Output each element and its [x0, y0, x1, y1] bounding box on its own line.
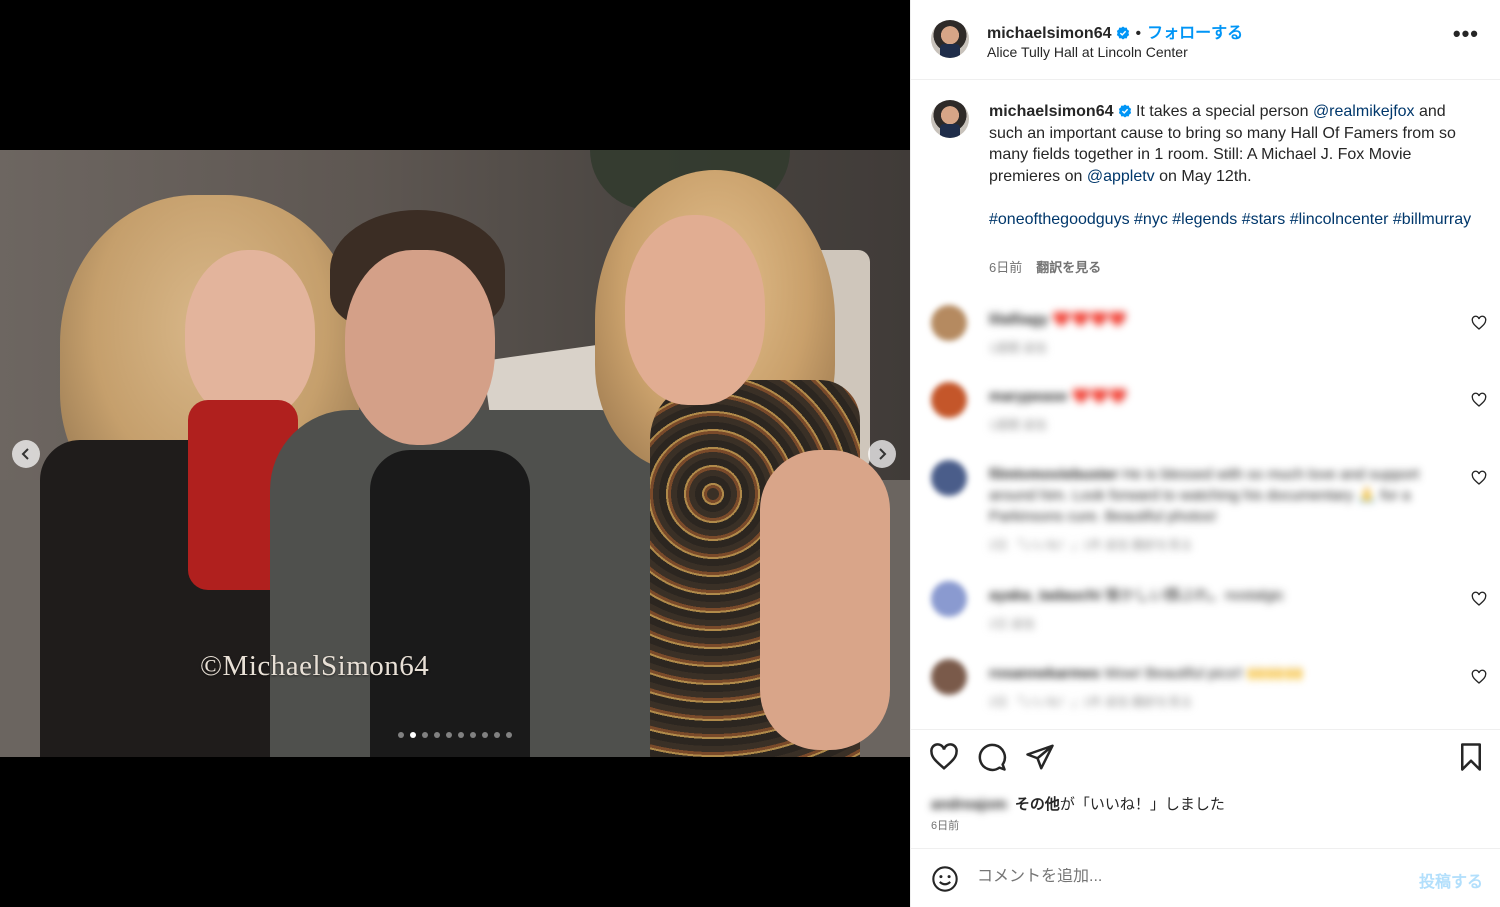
post-header: michaelsimon64 • フォローする Alice Tully Hall a…: [911, 0, 1500, 80]
header-user-line: michaelsimon64 • フォローする: [987, 19, 1243, 43]
carousel-dot: [458, 732, 464, 738]
comment-body: marypease ❤️❤️❤️ 1週間 返信: [989, 386, 1449, 436]
verified-badge-icon: [1116, 26, 1129, 40]
mention-link[interactable]: @realmikejfox: [1313, 103, 1415, 120]
translate-link[interactable]: 翻訳を見る: [1036, 260, 1101, 275]
actions-divider: [911, 729, 1500, 730]
hashtag-link[interactable]: #billmurray: [1393, 211, 1471, 228]
carousel-dot: [434, 732, 440, 738]
post-photo[interactable]: ©MichaelSimon64: [0, 150, 910, 757]
comment-body: lilalliagy ❤️❤️❤️❤️ 1週間 返信: [989, 309, 1449, 359]
comment-body: filmtvmoviebuster He is blessed with so …: [989, 464, 1449, 556]
post-timestamp: 6日前: [931, 820, 960, 832]
post-actions: [911, 742, 1500, 782]
comment-text: 懐かしい顔ぶれ。nostalgic: [1104, 587, 1285, 604]
carousel-dot: [410, 732, 416, 738]
post-media: ©MichaelSimon64: [0, 0, 910, 907]
commenter-username[interactable]: ayaka_tadauchi: [989, 587, 1101, 604]
comment-meta: 2日 「いいね！」1件 返信 翻訳を見る: [989, 538, 1193, 552]
carousel-indicator: [398, 732, 512, 738]
author-avatar[interactable]: [931, 20, 969, 58]
person-right-arm: [760, 450, 890, 750]
caption-meta: 6日前 翻訳を見る: [989, 257, 1101, 276]
carousel-prev-button[interactable]: [12, 440, 40, 468]
comment-body: rosannekarmes Wow! Beautiful pics!! 🙌🙌🙌 2…: [989, 663, 1449, 713]
heart-icon[interactable]: [1471, 470, 1487, 486]
comment-text: ❤️❤️❤️: [1071, 388, 1128, 405]
caption-author-avatar[interactable]: [931, 100, 969, 138]
carousel-dot: [422, 732, 428, 738]
carousel-next-button[interactable]: [868, 440, 896, 468]
likes-summary: andreajom その他が「いいね！」しました: [931, 793, 1225, 814]
hashtag-link[interactable]: #legends: [1172, 211, 1237, 228]
likes-text: が「いいね！」しました: [1059, 796, 1225, 813]
comment-body: ayaka_tadauchi 懐かしい顔ぶれ。nostalgic 2日 返信: [989, 585, 1449, 635]
person-center-face: [345, 250, 495, 445]
heart-icon[interactable]: [1471, 591, 1487, 607]
smiley-icon[interactable]: [931, 865, 959, 893]
person-left-face: [185, 250, 315, 420]
heart-icon[interactable]: [1471, 392, 1487, 408]
post-location[interactable]: Alice Tully Hall at Lincoln Center: [987, 44, 1188, 60]
hashtag-list: #oneofthegoodguys #nyc #legends #stars #…: [989, 209, 1479, 231]
person-right-face: [625, 215, 765, 405]
add-comment-bar: 投稿する: [911, 848, 1500, 907]
person-center-shirt: [370, 450, 530, 757]
chevron-right-icon: [879, 448, 887, 460]
comment-meta: 1週間 返信: [989, 418, 1048, 432]
commenter-avatar[interactable]: [931, 305, 967, 341]
comment-input[interactable]: [977, 868, 1397, 886]
heart-icon[interactable]: [929, 742, 959, 772]
carousel-dot: [494, 732, 500, 738]
heart-icon[interactable]: [1471, 315, 1487, 331]
more-options-button[interactable]: •••: [1453, 23, 1479, 45]
chevron-left-icon: [21, 448, 29, 460]
caption-body-1: It takes a special person: [1135, 103, 1313, 120]
mention-link[interactable]: @appletv: [1087, 168, 1155, 185]
commenter-username[interactable]: filmtvmoviebuster: [989, 466, 1118, 483]
caption-body-3: on May 12th.: [1154, 167, 1252, 185]
comment-meta: 1週間 返信: [989, 341, 1048, 355]
hashtag-link[interactable]: #lincolncenter: [1290, 211, 1389, 228]
carousel-dot: [446, 732, 452, 738]
post-comment-button[interactable]: 投稿する: [1419, 868, 1483, 892]
verified-badge-icon: [1118, 104, 1131, 118]
likes-others-link[interactable]: その他: [1015, 796, 1060, 813]
caption-timestamp: 6日前: [989, 260, 1023, 275]
carousel-dot: [470, 732, 476, 738]
commenter-avatar[interactable]: [931, 659, 967, 695]
comment-bubble-icon[interactable]: [977, 742, 1007, 772]
liker-username[interactable]: andreajom: [931, 796, 1007, 813]
comment-text: Wow! Beautiful pics!! 🙌🙌🙌: [1104, 665, 1304, 682]
post-sidebar: michaelsimon64 • フォローする Alice Tully Hall a…: [910, 0, 1500, 907]
carousel-dot: [482, 732, 488, 738]
carousel-dot: [506, 732, 512, 738]
caption-text: michaelsimon64 It takes a special person…: [989, 101, 1479, 230]
hashtag-link[interactable]: #oneofthegoodguys: [989, 211, 1130, 228]
author-username[interactable]: michaelsimon64: [987, 25, 1112, 42]
commenter-avatar[interactable]: [931, 460, 967, 496]
comment-meta: 2日 返信: [989, 617, 1036, 631]
comment-text: ❤️❤️❤️❤️: [1052, 311, 1128, 328]
commenter-avatar[interactable]: [931, 382, 967, 418]
paper-plane-icon[interactable]: [1025, 742, 1055, 772]
commenter-username[interactable]: lilalliagy: [989, 311, 1048, 328]
follow-button[interactable]: フォローする: [1147, 25, 1243, 42]
heart-icon[interactable]: [1471, 669, 1487, 685]
carousel-dot: [398, 732, 404, 738]
caption-username[interactable]: michaelsimon64: [989, 103, 1114, 120]
commenter-avatar[interactable]: [931, 581, 967, 617]
commenter-username[interactable]: marypease: [989, 388, 1067, 405]
hashtag-link[interactable]: #nyc: [1134, 211, 1168, 228]
commenter-username[interactable]: rosannekarmes: [989, 665, 1100, 682]
header-separator: •: [1135, 25, 1142, 42]
photo-watermark: ©MichaelSimon64: [200, 650, 430, 682]
comment-meta: 2日 「いいね！」1件 返信 翻訳を見る: [989, 695, 1193, 709]
bookmark-icon[interactable]: [1456, 742, 1486, 772]
hashtag-link[interactable]: #stars: [1242, 211, 1286, 228]
